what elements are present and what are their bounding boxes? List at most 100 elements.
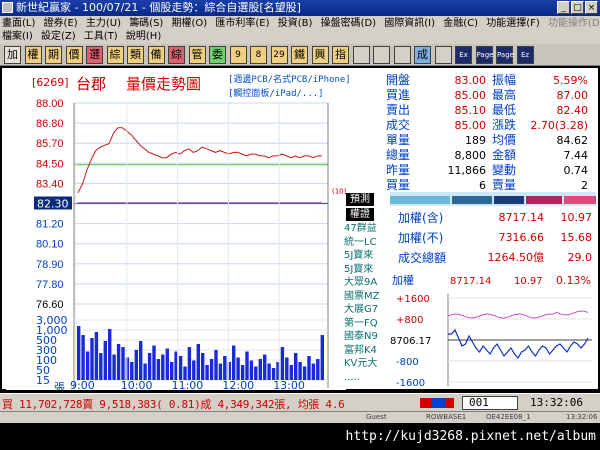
quote-label: 振幅 [492,73,517,87]
menu-item[interactable]: 檔案(I) [2,31,33,42]
price-tick-label: 81.20 [36,219,64,231]
volume-bar [94,332,99,380]
quote-row: 成交 85.00 漲跌 2.70(3.28) [386,118,592,133]
close-icon[interactable]: × [585,1,598,14]
menu-item[interactable]: 國際資訊(I) [384,18,435,29]
ref-price-label: 82.30 [37,198,69,211]
minimize-icon[interactable]: _ [557,1,570,14]
broker-item[interactable]: 國票MZ [344,290,386,304]
menu-item[interactable]: 功能選擇(F) [486,18,540,29]
toolbar-button[interactable]: Page [475,46,493,64]
app-window: 新世紀贏家 - 100/07/21 - 個股走勢：綜合自選股[名望股] _ □ … [0,0,600,450]
broker-item[interactable]: 5J寶來 [344,263,386,277]
quote-panel-body: [6269] 台郡 量價走勢圖 [週邊PCB/名式PCB/iPhone] [觸控… [4,70,596,390]
toolbar-button[interactable] [434,46,452,64]
toolbar-button[interactable]: 權 [24,46,42,64]
mini-label: 加權 [392,274,414,287]
index-change: 15.68 [560,231,593,244]
toolbar-button[interactable]: 加 [4,46,21,64]
predict-button[interactable]: 預測 [346,193,374,206]
broker-item[interactable]: ..... [344,371,386,385]
toolbar-button[interactable]: 綜 [168,46,185,64]
mini-tick-label: +800 [396,315,423,326]
menu-item[interactable]: 期權(O) [172,18,208,29]
volume-bar [81,335,85,380]
toolbar-button[interactable]: 委 [209,46,226,64]
menu-item[interactable]: 證券(E) [44,18,78,29]
menu-item[interactable]: 籌碼(S) [129,18,163,29]
toolbar-button[interactable] [393,46,411,64]
warrant-button[interactable]: 權證 [346,208,374,221]
menu-item[interactable]: 投資(B) [278,18,313,29]
volume-bar [302,366,307,380]
index-row: 加權(不) 7316.66 15.68 [390,228,596,248]
broker-list: 47群益 統一LC 5J寶來 5J寶來 大眾9A 國票MZ 大展G7 第一FQ 國泰N9 富邦K4… [344,222,386,384]
menu-item[interactable]: 設定(Z) [41,31,76,42]
toolbar-button[interactable]: Page [496,46,514,64]
toolbar-button[interactable] [352,46,370,64]
menu-item[interactable]: 說明(H) [126,31,161,42]
mini-tick-label: -800 [396,357,419,368]
quote-value: 0.74 [563,164,589,177]
broker-item[interactable]: 5J寶來 [344,249,386,263]
toolbar-button[interactable]: 價 [65,46,83,64]
quote-value: 82.40 [556,104,589,117]
toolbar-button[interactable]: 期 [45,46,62,64]
stock-name: 台郡 [76,75,107,93]
broker-item[interactable]: 國泰N9 [344,330,386,344]
toolbar-button[interactable]: 興 [311,46,329,64]
category-tag[interactable]: [週邊PCB/名式PCB/iPhone] [228,73,351,87]
toolbar-button[interactable]: 指 [332,46,349,64]
toolbar-button[interactable]: 鐵 [291,46,308,64]
volume-bar [192,360,196,380]
index-row: 加權(含) 8717.14 10.97 [390,208,596,228]
volume-bar [152,345,156,380]
menu-item[interactable]: 操盤密碼(D) [321,18,377,29]
toolbar-button[interactable]: 29 [270,46,288,64]
broker-item[interactable]: 大眾9A [344,276,386,290]
price-tick-label: 84.50 [36,158,64,170]
volume-bar [201,353,205,380]
toolbar-button[interactable]: 8 [250,46,267,64]
menu-item[interactable]: 主力(U) [86,18,121,29]
maximize-icon[interactable]: □ [571,1,584,14]
menu-item[interactable]: 金融(C) [443,18,478,29]
menu-item[interactable]: 功能操作(D) [548,18,600,29]
broker-item[interactable]: 第一FQ [344,317,386,331]
index-value: 8717.14 [498,211,545,224]
toolbar-button[interactable]: 成 [414,46,431,64]
volume-bar [263,354,267,380]
toolbar-button[interactable]: Ez [516,46,534,64]
broker-item[interactable]: 47群益 [344,222,386,236]
toolbar-button[interactable] [373,46,390,64]
volume-bar [280,347,285,380]
volume-bar [130,362,134,380]
index-color-blocks [390,196,596,204]
broker-item[interactable]: 富邦K4 [344,344,386,358]
clock: 13:32:06 [530,396,583,409]
system-bar: Guest ROWBASE1 OE42EE08_1 13:32:06 [0,411,600,423]
volume-bar [289,365,293,380]
volume-bar [245,351,249,380]
menu-item[interactable]: 匯市利率(E) [215,18,269,29]
toolbar-button[interactable]: 管 [188,46,206,64]
volume-bar [316,359,320,380]
toolbar-button[interactable]: Ex [455,46,472,64]
volume-bar [294,353,298,380]
volume-bar [161,354,165,380]
toolbar-button[interactable]: 9 [229,46,247,64]
toolbar-button[interactable]: 綜 [106,46,124,64]
quote-row: 買進 85.00 最高 87.00 [386,88,592,103]
toolbar-button[interactable]: 備 [147,46,165,64]
broker-item[interactable]: KV元大 [344,357,386,371]
volume-bar [143,363,147,380]
menu-item[interactable]: 畫面(L) [2,18,35,29]
quote-label: 買進 [386,88,411,102]
tick-number-field[interactable]: 001 [462,396,518,410]
toolbar-button[interactable]: 類 [127,46,144,64]
toolbar-button[interactable]: 選 [86,46,103,64]
broker-item[interactable]: 大展G7 [344,303,386,317]
menu-item[interactable]: 工具(T) [84,31,118,42]
mini-tick-label: 8706.17 [390,336,431,347]
broker-item[interactable]: 統一LC [344,236,386,250]
